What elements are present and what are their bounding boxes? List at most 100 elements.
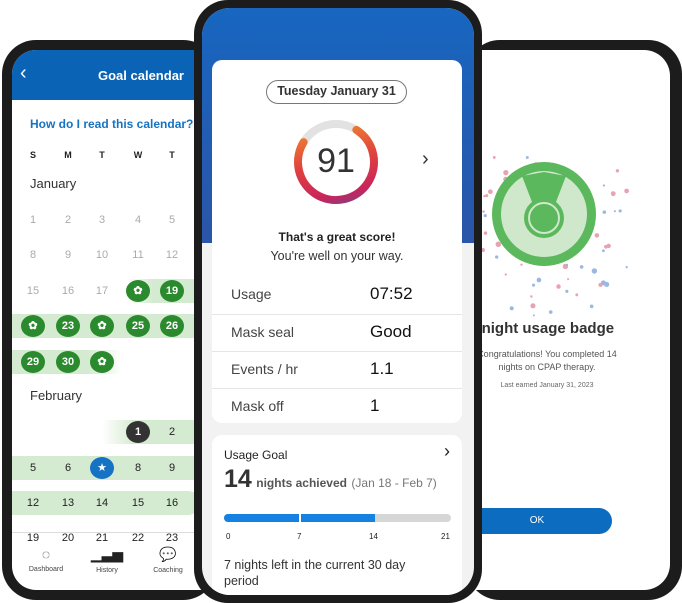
weekday-label: W [133,150,143,160]
confetti-dot [548,310,553,314]
usage-goal-card[interactable]: Usage Goal › 14 nights achieved (Jan 18 … [212,435,462,595]
left-phone: ‹ Goal calendar How do I read this calen… [2,40,217,600]
confetti-dot [618,209,622,213]
goal-range: (Jan 18 - Feb 7) [351,476,437,490]
confetti-dot [615,169,620,173]
calendar-day[interactable]: 5 [160,209,184,231]
goal-progress-bar [224,514,451,522]
metric-value: Good [370,322,412,341]
calendar-day[interactable]: 9 [160,457,184,479]
goal-title: Usage Goal [224,448,288,462]
badge-title: 14-night usage badge [472,320,615,337]
confetti-dot [624,188,629,194]
calendar-day[interactable]: 9 [56,244,80,266]
calendar-day[interactable]: 6 [56,457,80,479]
confetti-dot [575,293,579,297]
calendar-day[interactable]: 5 [21,457,45,479]
calendar-day[interactable]: 1 [21,209,45,231]
confetti-dot [598,282,603,287]
badge-day-icon[interactable]: ✿ [126,280,150,302]
calendar-day[interactable]: 11 [126,244,150,266]
calendar-day[interactable]: 15 [21,280,45,302]
confetti-dot [556,284,561,289]
badge-day-icon[interactable]: ✿ [90,351,114,373]
help-link[interactable]: How do I read this calendar? [30,117,193,131]
calendar-day[interactable]: 12 [21,492,45,514]
confetti-dot [483,194,486,198]
nav-label: Coaching [153,567,183,574]
dashboard-screen: Tuesday January 31 91 › That's a great s… [202,8,474,595]
nights-count: 14 [224,465,252,493]
tick-label: 21 [441,532,450,541]
chevron-right-icon[interactable]: › [422,148,429,171]
calendar-day[interactable]: 13 [56,492,80,514]
calendar-day[interactable]: 8 [126,457,150,479]
calendar-day[interactable]: 3 [90,209,114,231]
tick-label: 14 [369,532,378,541]
tick-label: 7 [297,532,302,541]
confetti-dot [532,314,535,317]
confetti-dot [589,304,594,309]
calendar-day[interactable]: 16 [160,492,184,514]
month-label: January [30,176,77,191]
metric-row: Usage 07:52 [212,277,462,314]
calendar-day[interactable]: 10 [90,244,114,266]
metric-label: Mask seal [231,324,295,340]
chevron-right-icon[interactable]: › [444,441,450,462]
calendar-day[interactable]: 8 [21,244,45,266]
confetti-dot [591,268,598,274]
star-day-icon[interactable]: ★ [90,457,114,479]
weekday-label: T [169,150,175,160]
right-phone: 14-night usage badge Congratulations! Yo… [466,40,682,600]
confetti-dot [601,249,605,253]
nav-label: Dashboard [28,566,64,573]
calendar-day[interactable]: 29 [21,351,45,373]
calendar-day[interactable]: 17 [90,280,114,302]
confetti-dot [602,184,606,187]
nav-history[interactable]: ▁▃▅ History [77,546,137,574]
badge-day-icon[interactable]: ✿ [90,315,114,337]
badge-screen: 14-night usage badge Congratulations! Yo… [472,50,670,590]
ok-button[interactable]: OK [472,508,612,534]
confetti-dot [536,277,542,283]
confetti-dot [604,244,608,249]
badge-message: Congratulations! You completed 14 nights… [477,349,617,372]
calendar-day[interactable]: 4 [126,209,150,231]
confetti-dot [482,210,485,213]
calendar-day[interactable]: 14 [90,492,114,514]
calendar-day[interactable]: 26 [160,315,184,337]
nav-label: History [96,567,118,574]
calendar-day[interactable]: 1 [126,421,150,443]
bar-separator [299,514,301,522]
tick-label: 0 [226,532,231,541]
metric-row: Events / hr 1.1 [212,351,462,388]
calendar-day[interactable]: 19 [160,280,184,302]
nav-dashboard[interactable]: ◌ Dashboard [16,546,76,573]
divider [12,532,212,533]
metric-value: 07:52 [370,284,413,303]
metric-label: Usage [231,286,272,302]
confetti-dot [565,289,569,293]
calendar-day[interactable]: 2 [160,421,184,443]
weekday-label: T [99,150,105,160]
metric-row: Mask seal Good [212,314,462,351]
nav-coaching[interactable]: 💬 Coaching [138,546,198,574]
confetti-dot [509,306,514,311]
calendar-day[interactable]: 23 [56,315,80,337]
calendar-day[interactable]: 30 [56,351,80,373]
calendar-day[interactable]: 15 [126,492,150,514]
bar-chart-icon: ▁▃▅ [90,546,124,562]
calendar-day[interactable]: 2 [56,209,80,231]
calendar-day[interactable]: 12 [160,244,184,266]
back-icon[interactable]: ‹ [20,62,27,85]
confetti-dot [531,283,536,287]
calendar-day[interactable]: 25 [126,315,150,337]
calendar-day[interactable]: 16 [56,280,80,302]
subline: You're well on your way. [270,249,404,263]
confetti-dot [567,278,570,281]
nights-label: nights achieved [256,476,347,490]
badge-day-icon[interactable]: ✿ [21,315,45,337]
score-card: Tuesday January 31 91 › That's a great s… [212,60,462,423]
dashboard-ring-icon: ◌ [41,546,51,562]
date-selector[interactable]: Tuesday January 31 [266,80,407,104]
